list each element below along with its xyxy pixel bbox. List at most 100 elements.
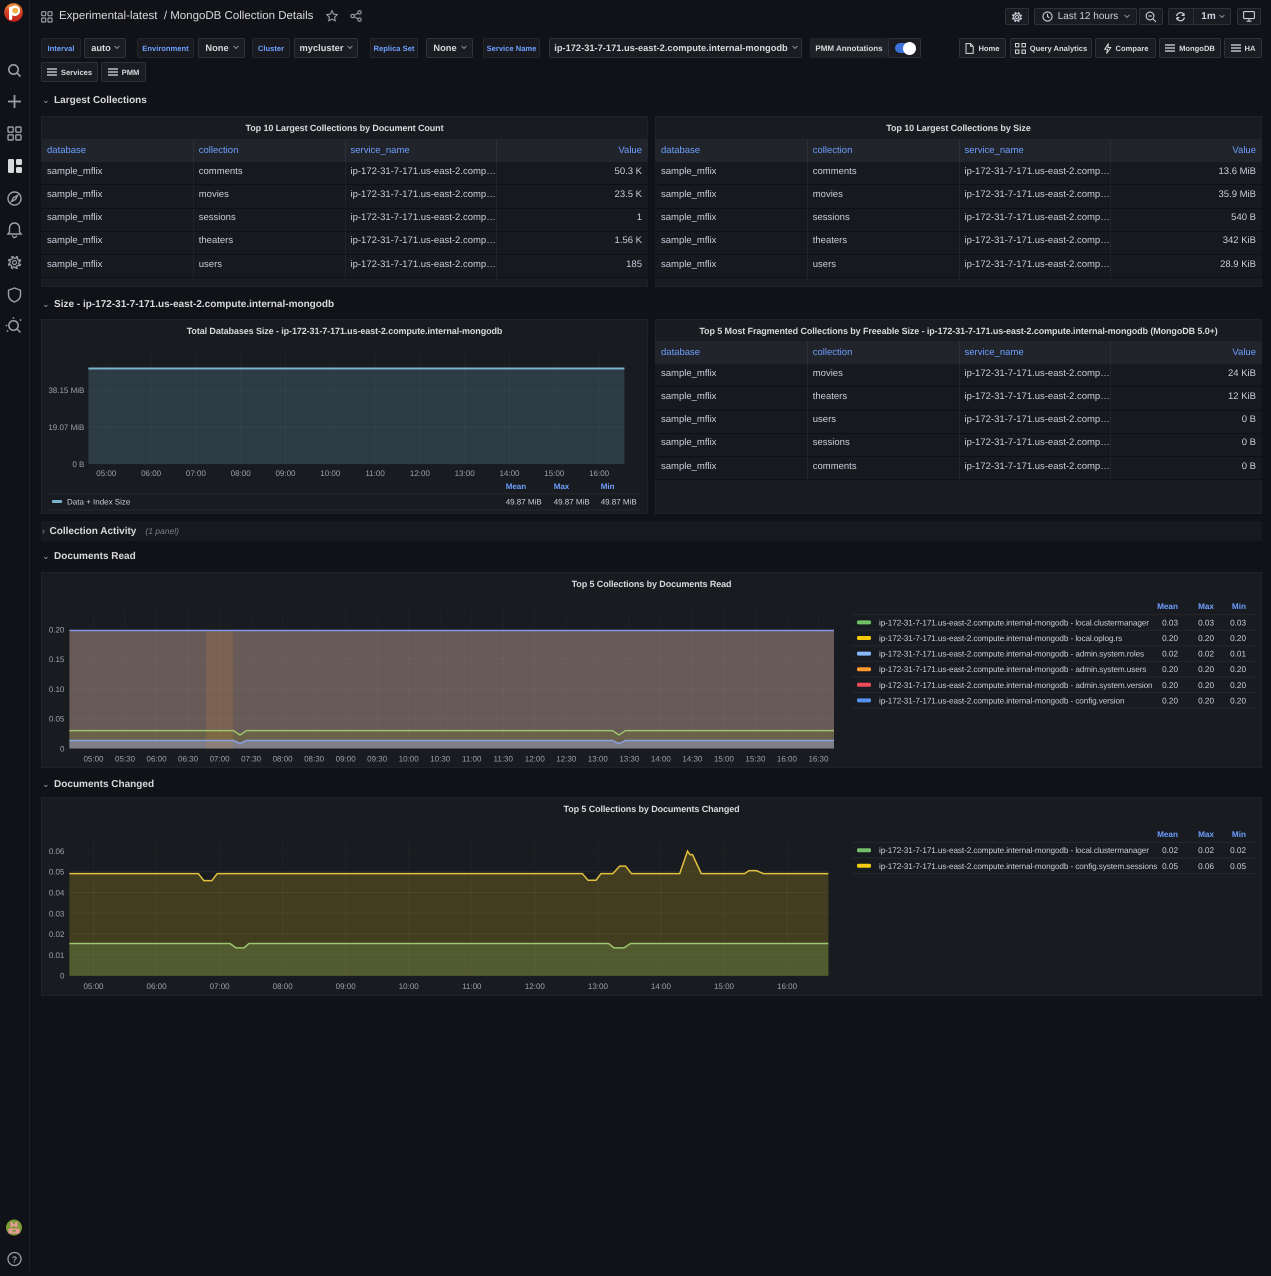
- svg-text:16:30: 16:30: [808, 755, 829, 764]
- svg-text:ip-172-31-7-171.us-east-2.comp: ip-172-31-7-171.us-east-2.compute.intern…: [879, 862, 1157, 871]
- svg-text:08:00: 08:00: [231, 469, 252, 478]
- svg-text:07:00: 07:00: [210, 982, 231, 991]
- svg-text:11:00: 11:00: [462, 755, 482, 764]
- svg-text:12:30: 12:30: [556, 755, 577, 764]
- svg-text:0.15: 0.15: [49, 655, 65, 664]
- svg-text:15:00: 15:00: [714, 982, 735, 991]
- svg-text:0.20: 0.20: [1230, 681, 1246, 690]
- svg-text:14:00: 14:00: [651, 755, 672, 764]
- svg-text:0.05: 0.05: [49, 868, 65, 877]
- svg-text:0.02: 0.02: [1162, 846, 1178, 855]
- svg-text:0.03: 0.03: [1198, 618, 1214, 627]
- svg-text:0.20: 0.20: [1198, 665, 1214, 674]
- svg-text:ip-172-31-7-171.us-east-2.comp: ip-172-31-7-171.us-east-2.compute.intern…: [879, 846, 1149, 855]
- svg-text:0.01: 0.01: [1230, 650, 1246, 659]
- svg-text:10:00: 10:00: [399, 755, 420, 764]
- svg-text:14:00: 14:00: [651, 982, 672, 991]
- svg-text:16:00: 16:00: [777, 982, 798, 991]
- svg-text:11:00: 11:00: [365, 469, 385, 478]
- svg-text:15:00: 15:00: [544, 469, 565, 478]
- svg-text:05:00: 05:00: [83, 982, 104, 991]
- svg-text:07:30: 07:30: [241, 755, 262, 764]
- svg-text:12:00: 12:00: [525, 755, 546, 764]
- svg-text:0.02: 0.02: [1198, 650, 1214, 659]
- svg-text:0.20: 0.20: [1162, 681, 1178, 690]
- svg-text:10:00: 10:00: [399, 982, 420, 991]
- svg-text:0 B: 0 B: [72, 460, 84, 469]
- svg-text:0.02: 0.02: [1230, 846, 1246, 855]
- svg-text:0.10: 0.10: [49, 685, 65, 694]
- svg-text:13:00: 13:00: [588, 982, 609, 991]
- svg-text:09:30: 09:30: [367, 755, 388, 764]
- svg-text:0.05: 0.05: [49, 715, 65, 724]
- svg-text:ip-172-31-7-171.us-east-2.comp: ip-172-31-7-171.us-east-2.compute.intern…: [879, 650, 1144, 659]
- svg-text:0.04: 0.04: [49, 889, 65, 898]
- svg-text:0: 0: [60, 972, 65, 981]
- svg-text:0.01: 0.01: [49, 951, 65, 960]
- svg-text:0.06: 0.06: [49, 847, 65, 856]
- svg-text:05:30: 05:30: [115, 755, 136, 764]
- svg-text:0.20: 0.20: [1230, 634, 1246, 643]
- svg-text:0.06: 0.06: [1198, 862, 1214, 871]
- svg-text:19.07 MiB: 19.07 MiB: [48, 423, 84, 432]
- svg-text:Mean: Mean: [506, 482, 527, 491]
- svg-text:0.20: 0.20: [1162, 665, 1178, 674]
- svg-text:Max: Max: [1198, 602, 1214, 611]
- svg-text:ip-172-31-7-171.us-east-2.comp: ip-172-31-7-171.us-east-2.compute.intern…: [879, 618, 1149, 627]
- svg-text:0.20: 0.20: [1198, 681, 1214, 690]
- svg-text:ip-172-31-7-171.us-east-2.comp: ip-172-31-7-171.us-east-2.compute.intern…: [879, 634, 1122, 643]
- svg-text:08:30: 08:30: [304, 755, 325, 764]
- svg-text:49.87 MiB: 49.87 MiB: [554, 498, 590, 507]
- svg-text:0.02: 0.02: [49, 930, 65, 939]
- svg-text:Max: Max: [554, 482, 570, 491]
- svg-text:Data + Index Size: Data + Index Size: [67, 498, 131, 507]
- svg-text:Max: Max: [1198, 830, 1214, 839]
- svg-text:38.15 MiB: 38.15 MiB: [48, 386, 84, 395]
- svg-text:15:30: 15:30: [745, 755, 766, 764]
- svg-text:0.02: 0.02: [1198, 846, 1214, 855]
- svg-text:07:00: 07:00: [210, 755, 231, 764]
- svg-text:0.05: 0.05: [1230, 862, 1246, 871]
- svg-text:0.20: 0.20: [49, 625, 65, 634]
- svg-text:12:00: 12:00: [525, 982, 546, 991]
- svg-text:08:00: 08:00: [273, 982, 294, 991]
- svg-text:?: ?: [12, 1255, 18, 1265]
- svg-text:05:00: 05:00: [96, 469, 117, 478]
- svg-text:16:00: 16:00: [777, 755, 798, 764]
- svg-text:Min: Min: [601, 482, 615, 491]
- svg-text:ip-172-31-7-171.us-east-2.comp: ip-172-31-7-171.us-east-2.compute.intern…: [879, 681, 1153, 690]
- svg-text:0.20: 0.20: [1230, 665, 1246, 674]
- svg-text:0.20: 0.20: [1162, 634, 1178, 643]
- svg-text:Min: Min: [1232, 830, 1246, 839]
- svg-text:16:00: 16:00: [589, 469, 610, 478]
- svg-text:0.03: 0.03: [1230, 618, 1246, 627]
- svg-text:0.20: 0.20: [1162, 696, 1178, 705]
- svg-text:09:00: 09:00: [275, 469, 296, 478]
- svg-text:49.87 MiB: 49.87 MiB: [506, 498, 542, 507]
- svg-text:06:00: 06:00: [141, 469, 162, 478]
- svg-text:0.05: 0.05: [1162, 862, 1178, 871]
- svg-text:11:00: 11:00: [462, 982, 482, 991]
- svg-text:14:00: 14:00: [499, 469, 520, 478]
- svg-text:0.03: 0.03: [49, 909, 65, 918]
- svg-text:12:00: 12:00: [410, 469, 431, 478]
- svg-text:14:30: 14:30: [682, 755, 703, 764]
- svg-text:09:00: 09:00: [336, 982, 357, 991]
- svg-text:0.20: 0.20: [1198, 634, 1214, 643]
- svg-text:06:00: 06:00: [147, 755, 168, 764]
- svg-text:06:30: 06:30: [178, 755, 199, 764]
- svg-text:ip-172-31-7-171.us-east-2.comp: ip-172-31-7-171.us-east-2.compute.intern…: [879, 696, 1125, 705]
- svg-text:10:00: 10:00: [320, 469, 341, 478]
- svg-text:0.03: 0.03: [1162, 618, 1178, 627]
- svg-text:15:00: 15:00: [714, 755, 735, 764]
- svg-text:0.20: 0.20: [1198, 696, 1214, 705]
- svg-text:13:00: 13:00: [455, 469, 476, 478]
- svg-text:05:00: 05:00: [83, 755, 104, 764]
- svg-text:0.02: 0.02: [1162, 650, 1178, 659]
- svg-text:13:00: 13:00: [588, 755, 609, 764]
- svg-text:Min: Min: [1232, 602, 1246, 611]
- svg-text:Mean: Mean: [1157, 602, 1178, 611]
- svg-text:07:00: 07:00: [186, 469, 207, 478]
- svg-text:0.20: 0.20: [1230, 696, 1246, 705]
- svg-text:49.87 MiB: 49.87 MiB: [601, 498, 637, 507]
